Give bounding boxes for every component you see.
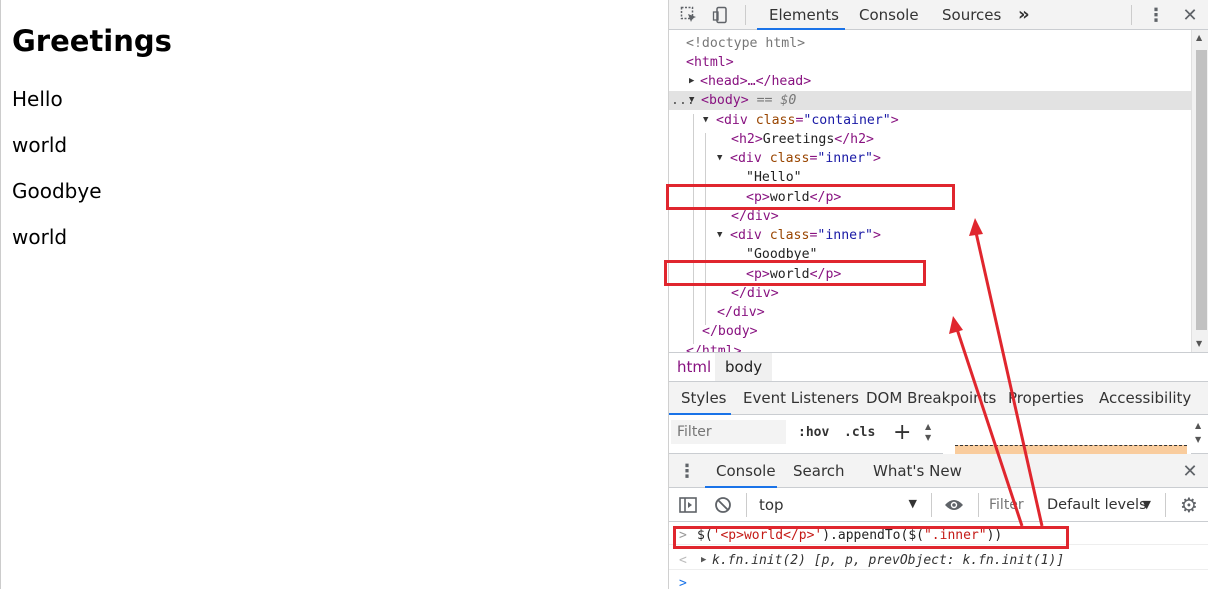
more-tabs-button[interactable]: »: [1018, 0, 1030, 29]
console-settings-gear-icon[interactable]: ⚙: [1177, 493, 1201, 517]
devtools-panel: Elements Console Sources » ⋮ ✕ <!doctype…: [668, 0, 1208, 591]
collapse-triangle-icon[interactable]: ▼: [689, 91, 694, 110]
annotation-box-p-world-2: [664, 260, 926, 286]
kebab-menu-icon[interactable]: ⋮: [1145, 3, 1167, 27]
tab-console[interactable]: Console: [859, 0, 919, 29]
console-toolbar-divider-3: [978, 493, 979, 517]
devtools-main-toolbar: Elements Console Sources » ⋮ ✕: [669, 0, 1208, 30]
rendered-page: Greetings Hello world Goodbye world: [0, 0, 668, 589]
drawer-tab-console[interactable]: Console: [716, 454, 776, 487]
tree-html-open[interactable]: <html>: [686, 53, 734, 72]
log-levels-dropdown[interactable]: Default levels ▼: [1043, 492, 1155, 518]
breadcrumb-html[interactable]: html: [669, 353, 719, 381]
paragraph-hello: Hello: [12, 87, 63, 111]
cls-toggle[interactable]: .cls: [844, 415, 875, 449]
box-model-margin: [955, 445, 1187, 454]
hov-toggle[interactable]: :hov: [798, 415, 829, 449]
tree-body-close[interactable]: </body>: [702, 322, 758, 341]
drawer-tab-whats-new[interactable]: What's New: [873, 454, 962, 487]
tab-elements[interactable]: Elements: [769, 0, 839, 29]
breadcrumb: html body: [669, 352, 1208, 382]
annotation-box-p-world-1: [666, 184, 955, 210]
tree-guide-line-2: [705, 133, 706, 325]
paragraph-world-1: world: [12, 133, 68, 157]
console-filter-input[interactable]: [983, 492, 1043, 518]
clear-console-icon[interactable]: [712, 494, 734, 516]
tree-div-close-2[interactable]: </div>: [731, 284, 779, 303]
context-selector[interactable]: top ▼: [753, 492, 923, 518]
tree-body-row-selected[interactable]: ... ▼ <body> == $0: [669, 91, 1191, 110]
tree-guide-line: [693, 114, 694, 344]
drawer-tabs: ⋮ Console Search What's New ✕: [669, 454, 1208, 488]
console-toolbar-divider-2: [931, 493, 932, 517]
paragraph-world-2: world: [12, 225, 68, 249]
styles-panel-tabs: Styles Event Listeners DOM Breakpoints P…: [669, 382, 1208, 415]
inspect-element-icon[interactable]: [677, 3, 701, 27]
tab-properties[interactable]: Properties: [1008, 382, 1084, 414]
tree-div-close-3[interactable]: </div>: [717, 303, 765, 322]
drawer-tab-search[interactable]: Search: [793, 454, 845, 487]
expand-triangle-icon[interactable]: ▶: [689, 72, 694, 91]
tree-doctype[interactable]: <!doctype html>: [686, 34, 805, 53]
styles-right-scroll-icon[interactable]: ▲ ▼: [1195, 419, 1201, 447]
paragraph-goodbye: Goodbye: [12, 179, 102, 203]
tree-scrollbar[interactable]: ▲ ▼: [1191, 30, 1208, 352]
tree-div-container[interactable]: ▼ <div class="container">: [703, 111, 899, 130]
page-heading: Greetings: [12, 24, 172, 58]
tab-event-listeners[interactable]: Event Listeners: [743, 382, 859, 414]
styles-scroll-arrows-icon[interactable]: ▲ ▼: [925, 421, 931, 443]
console-result-text: k.fn.init(2) [p, p, prevObject: k.fn.ini…: [712, 553, 1065, 568]
tree-head-row[interactable]: ▶ <head>…</head>: [689, 72, 811, 91]
toolbar-divider-right: [1131, 5, 1132, 25]
scroll-down-icon[interactable]: ▼: [1196, 339, 1202, 348]
console-toolbar-divider-4: [1165, 493, 1166, 517]
styles-filter-input[interactable]: [671, 420, 786, 444]
context-selector-value: top: [759, 496, 784, 514]
collapse-triangle-icon[interactable]: ▼: [703, 111, 708, 130]
breadcrumb-body[interactable]: body: [715, 353, 773, 381]
close-devtools-icon[interactable]: ✕: [1179, 3, 1201, 27]
tree-h2[interactable]: <h2>Greetings</h2>: [731, 130, 874, 149]
show-sidebar-icon[interactable]: [677, 494, 699, 516]
styles-filter-row: :hov .cls + ▲▼ ▲▼: [669, 415, 1208, 454]
tab-sources[interactable]: Sources: [942, 0, 1001, 29]
chevron-down-icon: ▼: [1142, 498, 1151, 511]
live-expression-eye-icon[interactable]: [941, 494, 967, 516]
collapse-triangle-icon[interactable]: ▼: [717, 149, 722, 168]
tree-div-inner-2[interactable]: ▼ <div class="inner">: [717, 226, 881, 245]
drawer-menu-icon[interactable]: ⋮: [677, 458, 697, 484]
log-levels-label: Default levels: [1047, 497, 1147, 513]
chevron-down-icon: ▼: [908, 497, 917, 510]
console-result-chevron-icon: <: [679, 553, 687, 568]
box-model-preview: [943, 415, 1191, 454]
console-toolbar: top ▼ Default levels ▼ ⚙: [669, 488, 1208, 522]
close-drawer-icon[interactable]: ✕: [1179, 458, 1201, 484]
collapse-triangle-icon[interactable]: ▼: [717, 226, 722, 245]
toolbar-divider: [745, 5, 746, 25]
console-result-line[interactable]: < ▶ k.fn.init(2) [p, p, prevObject: k.fn…: [669, 551, 1208, 570]
new-style-rule-button[interactable]: +: [893, 415, 911, 449]
console-toolbar-divider: [746, 493, 747, 517]
console-prompt-icon[interactable]: >: [679, 574, 687, 593]
tree-scrollbar-thumb[interactable]: [1196, 50, 1207, 330]
tree-html-close[interactable]: </html>: [686, 342, 742, 352]
device-toolbar-icon[interactable]: [709, 3, 733, 27]
scroll-up-icon[interactable]: ▲: [1196, 33, 1202, 42]
tab-dom-breakpoints[interactable]: DOM Breakpoints: [866, 382, 996, 414]
expand-result-triangle-icon[interactable]: ▶: [701, 551, 706, 570]
annotation-box-console-command: [673, 526, 1069, 549]
tab-styles[interactable]: Styles: [681, 382, 727, 414]
tree-div-inner-1[interactable]: ▼ <div class="inner">: [717, 149, 881, 168]
tab-accessibility[interactable]: Accessibility: [1099, 382, 1191, 414]
